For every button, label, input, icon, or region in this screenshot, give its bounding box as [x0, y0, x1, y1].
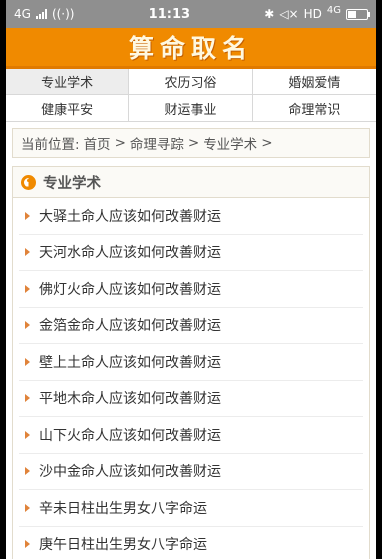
- network-label: 4G: [14, 7, 31, 21]
- breadcrumb-separator: >: [187, 135, 200, 151]
- article-title: 庚午日柱出生男女八字命运: [39, 537, 207, 554]
- article-section: 专业学术 大驿土命人应该如何改善财运 天河水命人应该如何改善财运 佛灯火命人应该…: [12, 166, 370, 559]
- signal-icon: [35, 9, 47, 19]
- phone-screen: 4G ((·)) 11:13 ✱ ◁× HD 4G 算命取名 专业学术 农历习俗…: [6, 0, 376, 559]
- arrow-right-icon: [25, 503, 30, 512]
- article-link[interactable]: 平地木命人应该如何改善财运: [19, 381, 363, 417]
- article-title: 金箔金命人应该如何改善财运: [39, 318, 221, 335]
- wifi-icon: ((·)): [51, 7, 75, 21]
- nav-item-marriage-love[interactable]: 婚姻爱情: [252, 69, 376, 95]
- article-link[interactable]: 山下火命人应该如何改善财运: [19, 417, 363, 454]
- site-header: 算命取名: [6, 28, 376, 69]
- article-title: 大驿土命人应该如何改善财运: [39, 208, 221, 225]
- arrow-right-icon: [25, 211, 30, 220]
- nav-item-academic[interactable]: 专业学术: [6, 69, 130, 95]
- arrow-right-icon: [25, 248, 30, 257]
- article-link[interactable]: 沙中金命人应该如何改善财运: [19, 454, 363, 490]
- article-title: 壁上土命人应该如何改善财运: [39, 354, 221, 371]
- breadcrumb-fate-link[interactable]: 命理寻踪: [130, 133, 184, 153]
- arrow-right-icon: [25, 357, 30, 366]
- article-list: 大驿土命人应该如何改善财运 天河水命人应该如何改善财运 佛灯火命人应该如何改善财…: [13, 198, 369, 559]
- article-link[interactable]: 佛灯火命人应该如何改善财运: [19, 271, 363, 308]
- breadcrumb-separator: >: [261, 135, 273, 151]
- article-title: 佛灯火命人应该如何改善财运: [39, 281, 221, 298]
- nav-item-lunar-customs[interactable]: 农历习俗: [129, 69, 253, 95]
- nav-item-health[interactable]: 健康平安: [6, 95, 130, 121]
- breadcrumb-separator: >: [114, 135, 126, 151]
- breadcrumb-prefix: 当前位置:: [21, 137, 80, 153]
- yin-yang-icon: [21, 174, 36, 190]
- article-link[interactable]: 大驿土命人应该如何改善财运: [19, 198, 363, 235]
- arrow-right-icon: [25, 467, 30, 476]
- section-title: 专业学术: [43, 175, 101, 192]
- network-right-label: 4G: [326, 4, 341, 16]
- breadcrumb: 当前位置: 首页 > 命理寻踪 > 专业学术 >: [12, 128, 370, 158]
- nav-item-wealth-career[interactable]: 财运事业: [129, 95, 253, 121]
- mute-icon: ◁×: [279, 7, 299, 21]
- article-link[interactable]: 天河水命人应该如何改善财运: [19, 235, 363, 271]
- site-logo-title[interactable]: 算命取名: [129, 29, 253, 65]
- article-link[interactable]: 壁上土命人应该如何改善财运: [19, 344, 363, 381]
- status-time: 11:13: [148, 6, 191, 22]
- article-link[interactable]: 庚午日柱出生男女八字命运: [19, 527, 363, 559]
- article-title: 辛未日柱出生男女八字命运: [39, 500, 207, 517]
- article-title: 平地木命人应该如何改善财运: [39, 391, 221, 408]
- article-title: 天河水命人应该如何改善财运: [39, 245, 221, 262]
- section-header: 专业学术: [13, 167, 369, 198]
- status-left: 4G ((·)): [14, 7, 74, 21]
- arrow-right-icon: [25, 540, 30, 549]
- category-nav: 专业学术 农历习俗 婚姻爱情 健康平安 财运事业 命理常识: [6, 69, 376, 122]
- battery-icon: [346, 8, 370, 20]
- arrow-right-icon: [25, 321, 30, 330]
- arrow-right-icon: [25, 430, 30, 439]
- status-right: ✱ ◁× HD 4G: [264, 4, 370, 21]
- article-link[interactable]: 辛未日柱出生男女八字命运: [19, 490, 363, 527]
- bluetooth-icon: ✱: [264, 7, 275, 21]
- article-link[interactable]: 金箔金命人应该如何改善财运: [19, 308, 363, 344]
- arrow-right-icon: [25, 394, 30, 403]
- breadcrumb-academic-link[interactable]: 专业学术: [203, 133, 257, 153]
- breadcrumb-home-link[interactable]: 首页: [84, 133, 111, 153]
- status-bar: 4G ((·)) 11:13 ✱ ◁× HD 4G: [6, 0, 376, 28]
- arrow-right-icon: [25, 284, 30, 293]
- hd-label: HD: [303, 7, 322, 21]
- nav-item-fate-knowledge[interactable]: 命理常识: [253, 95, 376, 121]
- article-title: 沙中金命人应该如何改善财运: [39, 464, 221, 481]
- article-title: 山下火命人应该如何改善财运: [39, 427, 221, 444]
